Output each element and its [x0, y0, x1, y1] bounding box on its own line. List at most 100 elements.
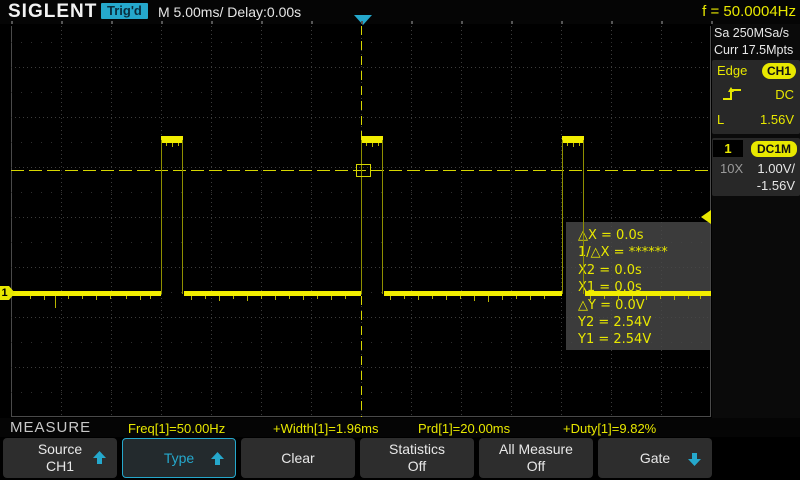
waveform-trace	[378, 143, 379, 146]
waveform-trace	[161, 140, 162, 294]
graticule-line	[11, 21, 13, 24]
all-measure-button-value: Off	[527, 458, 545, 475]
timebase-readout[interactable]: M 5.00ms/ Delay:0.00s	[158, 4, 301, 20]
source-button-value: CH1	[46, 458, 74, 475]
trigger-type-label: Edge	[717, 63, 747, 78]
waveform-trace	[30, 296, 31, 299]
waveform-trace	[382, 140, 383, 294]
waveform-trace	[646, 296, 647, 300]
waveform-trace	[460, 296, 461, 299]
waveform-trace	[446, 296, 447, 300]
all-measure-button[interactable]: All Measure Off	[479, 438, 593, 478]
graticule-line	[211, 21, 213, 24]
graticule-line	[111, 26, 112, 417]
waveform-trace	[562, 136, 584, 143]
waveform-trace	[126, 296, 127, 299]
waveform-trace	[502, 296, 503, 300]
waveform-trace	[68, 296, 69, 299]
waveform-trace	[191, 296, 192, 300]
waveform-trace	[618, 296, 619, 300]
frequency-counter-readout: f = 50.0004Hz	[702, 3, 796, 20]
waveform-trace	[150, 296, 151, 299]
waveform-display-area	[0, 24, 712, 418]
graticule-line	[261, 26, 262, 417]
clear-button[interactable]: Clear	[241, 438, 355, 478]
source-button[interactable]: Source CH1	[3, 438, 117, 478]
graticule-line	[411, 21, 413, 24]
waveform-trace	[172, 143, 173, 147]
channel1-offset-marker[interactable]: 1	[0, 286, 9, 300]
waveform-trace	[303, 296, 304, 300]
waveform-trace	[632, 296, 633, 299]
type-button-label: Type	[164, 450, 194, 467]
trigger-info-panel[interactable]: Edge CH1 DC L 1.56V	[712, 60, 800, 134]
waveform-trace	[544, 296, 545, 299]
waveform-trace	[96, 296, 97, 300]
channel-offset-readout: -1.56V	[757, 178, 795, 193]
right-sidebar: Sa 250MSa/s Curr 17.5Mpts Edge CH1 DC L …	[712, 24, 800, 418]
waveform-trace	[372, 143, 373, 147]
waveform-trace	[562, 140, 563, 294]
source-button-label: Source	[38, 441, 82, 458]
waveform-trace	[275, 296, 276, 300]
cursor-readout-line: X2 = 0.0s	[578, 262, 711, 279]
graticule-line	[511, 26, 512, 417]
statistics-button-label: Statistics	[389, 441, 445, 458]
waveform-trace	[688, 296, 689, 299]
waveform-trace	[178, 143, 179, 146]
channel-number-box: 1	[713, 140, 743, 157]
graticule-line	[661, 21, 663, 24]
waveform-trace	[247, 296, 248, 301]
trigger-level-marker-icon[interactable]	[701, 210, 711, 224]
waveform-trace	[567, 143, 568, 146]
gate-button[interactable]: Gate	[598, 438, 712, 478]
trigger-source-badge: CH1	[762, 63, 796, 79]
graticule-line	[261, 21, 263, 24]
softkey-menu-bar: Source CH1 Type Clear Statistics Off All…	[0, 437, 800, 480]
waveform-trace	[44, 296, 45, 300]
gate-button-label: Gate	[640, 450, 670, 467]
up-arrow-icon	[93, 451, 106, 464]
all-measure-button-label: All Measure	[499, 441, 573, 458]
cursor-readout-line: Y1 = 2.54V	[578, 331, 711, 348]
graticule-line	[61, 21, 63, 24]
waveform-trace	[530, 296, 531, 300]
waveform-trace	[390, 296, 391, 300]
graticule-line	[61, 26, 62, 417]
graticule-line	[111, 21, 113, 24]
channel1-info-panel[interactable]: 1 DC1M 10X 1.00V/ -1.56V	[712, 138, 800, 196]
channel-scale-readout: 1.00V/	[757, 161, 795, 176]
measure-period-readout: Prd[1]=20.00ms	[418, 421, 510, 436]
channel-coupling-badge: DC1M	[751, 141, 797, 157]
graticule-line	[511, 21, 513, 24]
waveform-trace	[331, 296, 332, 300]
waveform-trace	[660, 296, 661, 299]
waveform-trace	[55, 296, 56, 308]
graticule-line	[211, 26, 212, 417]
waveform-trace	[184, 291, 361, 296]
measure-width-readout: +Width[1]=1.96ms	[273, 421, 379, 436]
measure-results-bar: MEASURE Freq[1]=50.00Hz +Width[1]=1.96ms…	[0, 418, 800, 437]
trigger-level-value: 1.56V	[760, 112, 794, 127]
top-status-bar: SIGLENT Trig'd M 5.00ms/ Delay:0.00s f =…	[0, 0, 800, 24]
waveform-trace	[110, 296, 111, 299]
cursor-readout-line: 1/△X = ******	[578, 244, 711, 261]
waveform-trace	[488, 296, 489, 302]
trigger-position-marker-icon[interactable]	[354, 15, 372, 25]
type-button[interactable]: Type	[122, 438, 236, 478]
graticule-line	[361, 21, 363, 24]
waveform-trace	[161, 136, 183, 143]
waveform-trace	[474, 296, 475, 301]
waveform-trace	[384, 291, 562, 296]
waveform-trace	[432, 296, 433, 299]
probe-attenuation-label: 10X	[720, 161, 743, 176]
waveform-trace	[166, 143, 167, 146]
waveform-trace	[418, 296, 419, 300]
waveform-trace	[604, 296, 605, 299]
graticule-line	[461, 26, 462, 417]
active-cursor-handle[interactable]	[356, 164, 371, 177]
statistics-button[interactable]: Statistics Off	[360, 438, 474, 478]
waveform-trace	[674, 296, 675, 300]
graticule-line	[461, 21, 463, 24]
waveform-trace	[700, 296, 701, 299]
